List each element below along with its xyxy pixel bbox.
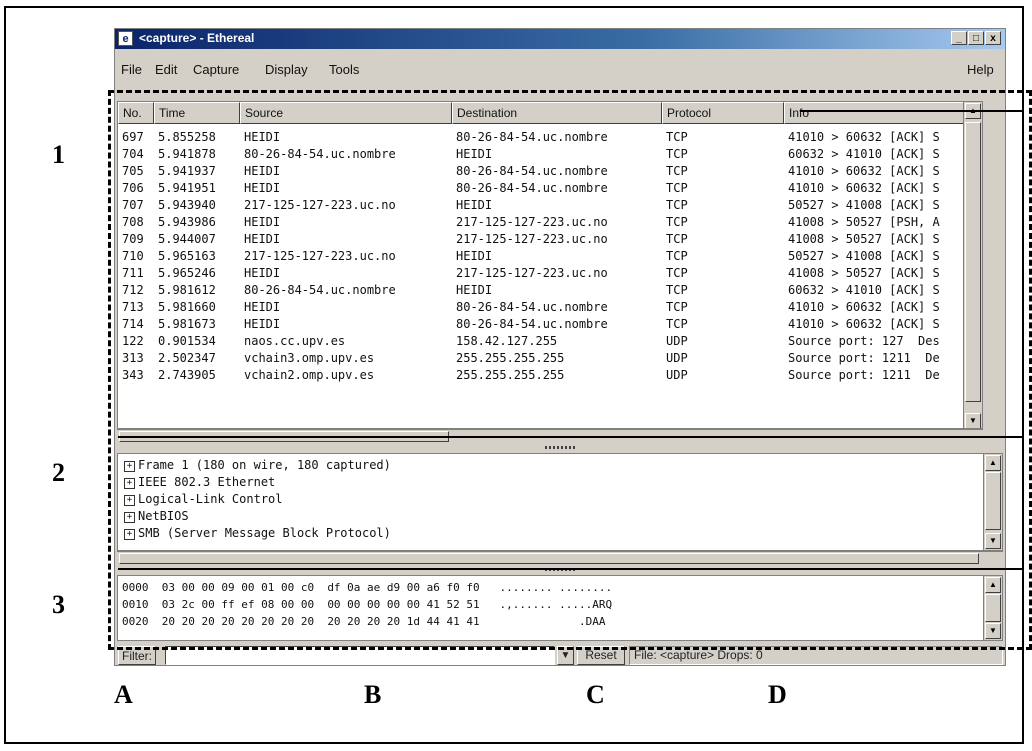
- menu-capture[interactable]: Capture: [193, 62, 239, 77]
- annotation-dashed-box: [108, 90, 1032, 650]
- menu-edit[interactable]: Edit: [155, 62, 177, 77]
- menu-help[interactable]: Help: [967, 62, 994, 77]
- annotation-line: [118, 436, 1024, 438]
- title-bar[interactable]: e <capture> - Ethereal _ □ x: [115, 29, 1005, 49]
- annotation-line: [800, 110, 1024, 112]
- annotation-letter-b: B: [364, 680, 382, 709]
- window-title: <capture> - Ethereal: [139, 31, 255, 45]
- close-button[interactable]: x: [985, 31, 1001, 45]
- annotation-line: [118, 568, 1024, 570]
- annotation-number-1: 1: [52, 140, 65, 169]
- maximize-button[interactable]: □: [968, 31, 984, 45]
- ethereal-app-icon[interactable]: e: [118, 31, 133, 46]
- annotation-number-3: 3: [52, 590, 65, 619]
- annotation-letter-c: C: [586, 680, 605, 709]
- annotation-letter-a: A: [114, 680, 133, 709]
- menu-tools[interactable]: Tools: [329, 62, 359, 77]
- minimize-button[interactable]: _: [951, 31, 967, 45]
- menu-file[interactable]: File: [121, 62, 142, 77]
- annotation-number-2: 2: [52, 458, 65, 487]
- menu-bar: File Edit Capture Display Tools Help: [115, 51, 1005, 85]
- annotation-letter-d: D: [768, 680, 787, 709]
- menu-display[interactable]: Display: [265, 62, 308, 77]
